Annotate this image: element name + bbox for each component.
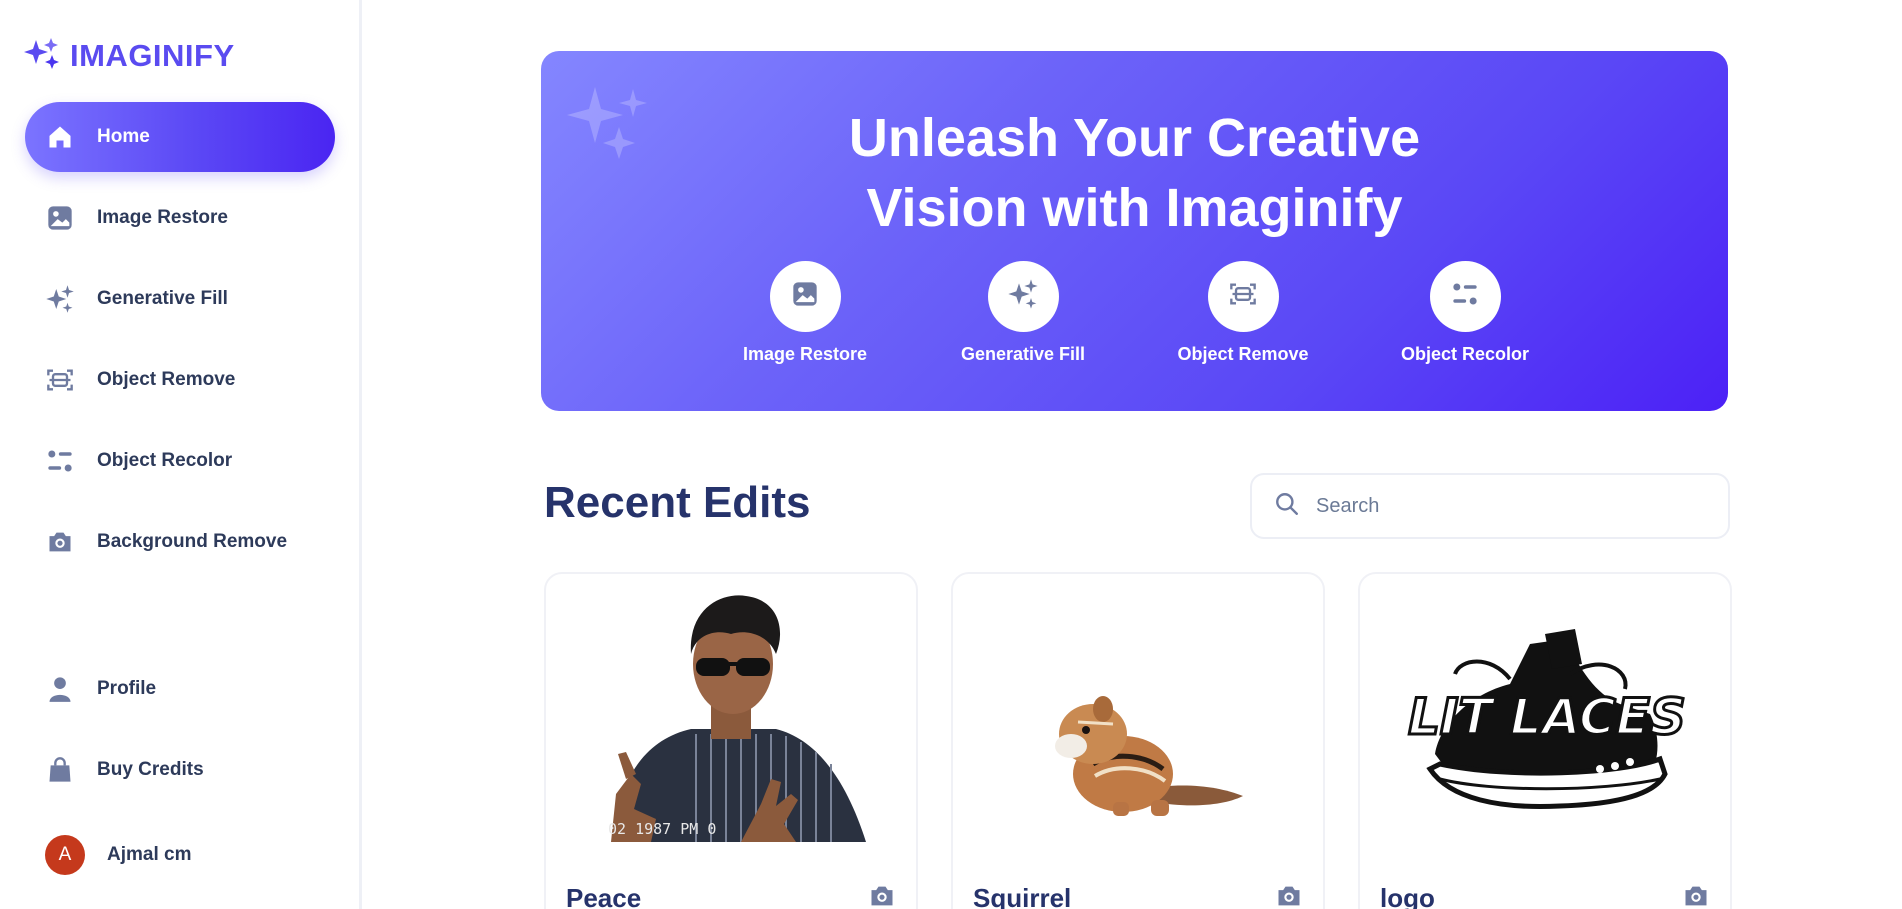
app-name: IMAGINIFY [70,37,235,73]
camera-icon[interactable] [868,882,896,909]
sidebar-item-object-recolor[interactable]: Object Recolor [25,426,335,496]
home-icon [45,122,75,152]
card-title: Peace [566,883,642,909]
sidebar-item-label: Profile [97,678,157,699]
recent-edit-card-logo[interactable]: LIT LACES logo [1358,572,1732,909]
sidebar-item-profile[interactable]: Profile [25,654,335,724]
sidebar: IMAGINIFY Home Image Restore Generative … [0,0,362,909]
user-icon [45,674,75,704]
search-icon [1274,491,1300,522]
tool-label: Object Remove [1177,344,1309,364]
tool-image-restore[interactable]: Image Restore [720,261,890,365]
recent-edits-title: Recent Edits [544,478,811,527]
image-icon [791,280,819,313]
edit-thumbnail: LIT LACES [1360,574,1730,864]
stars-icon [1007,278,1039,315]
tool-object-remove[interactable]: Object Remove [1158,261,1328,365]
sidebar-item-label: Home [97,126,150,147]
stars-icon [45,284,75,314]
scan-icon [1229,280,1257,313]
sparkles-logo-icon [24,36,62,75]
camera-icon[interactable] [1275,882,1303,909]
sidebar-item-label: Object Remove [97,369,236,390]
banner-title-line-2: Vision with Imaginify [866,178,1403,238]
card-footer: Squirrel [973,882,1303,909]
user-profile[interactable]: A Ajmal cm [25,820,335,890]
tool-generative-fill[interactable]: Generative Fill [938,261,1108,365]
scan-icon [45,365,75,395]
user-name: Ajmal cm [107,844,192,865]
search-input[interactable] [1316,494,1696,518]
tool-icon-circle[interactable] [987,261,1059,332]
bag-icon [45,755,75,785]
filter-icon [45,446,75,476]
sidebar-item-generative-fill[interactable]: Generative Fill [25,264,335,334]
banner-title-line-1: Unleash Your Creative [848,108,1421,168]
recent-edit-card-squirrel[interactable]: Squirrel [951,572,1325,909]
tool-label: Object Recolor [1400,344,1530,364]
sidebar-item-label: Generative Fill [97,288,228,309]
hero-banner: Unleash Your Creative Vision with Imagin… [541,51,1728,411]
filter-icon [1451,280,1479,313]
avatar[interactable]: A [45,835,85,875]
sidebar-item-label: Object Recolor [97,450,233,471]
sidebar-item-background-remove[interactable]: Background Remove [25,507,335,577]
image-icon [45,203,75,233]
banner-title: Unleash Your Creative Vision with Imagin… [541,103,1728,243]
sidebar-item-label: Image Restore [97,207,228,228]
card-title: logo [1380,883,1435,909]
recent-edit-card-peace[interactable]: 02 1987 PM 0 Peace [544,572,918,909]
search-box[interactable] [1250,473,1730,539]
sidebar-item-object-remove[interactable]: Object Remove [25,345,335,415]
app-logo[interactable]: IMAGINIFY [24,36,235,75]
photo-date-stamp: 02 1987 PM 0 [608,820,716,838]
edit-thumbnail: 02 1987 PM 0 [546,574,916,864]
card-title: Squirrel [973,883,1072,909]
logo-image-text: LIT LACES [1408,688,1686,746]
sidebar-item-home[interactable]: Home [25,102,335,172]
tool-label: Image Restore [742,344,868,364]
card-footer: Peace [566,882,896,909]
edit-thumbnail [953,574,1323,864]
tool-label: Generative Fill [960,344,1086,364]
sidebar-item-label: Background Remove [97,531,288,552]
camera-icon[interactable] [1682,882,1710,909]
card-footer: logo [1380,882,1710,909]
sidebar-item-buy-credits[interactable]: Buy Credits [25,735,335,805]
tool-icon-circle[interactable] [1207,261,1279,332]
sidebar-item-image-restore[interactable]: Image Restore [25,183,335,253]
tool-icon-circle[interactable] [1429,261,1501,332]
sidebar-item-label: Buy Credits [97,759,204,780]
tool-icon-circle[interactable] [769,261,841,332]
camera-icon [45,527,75,557]
tool-object-recolor[interactable]: Object Recolor [1380,261,1550,365]
